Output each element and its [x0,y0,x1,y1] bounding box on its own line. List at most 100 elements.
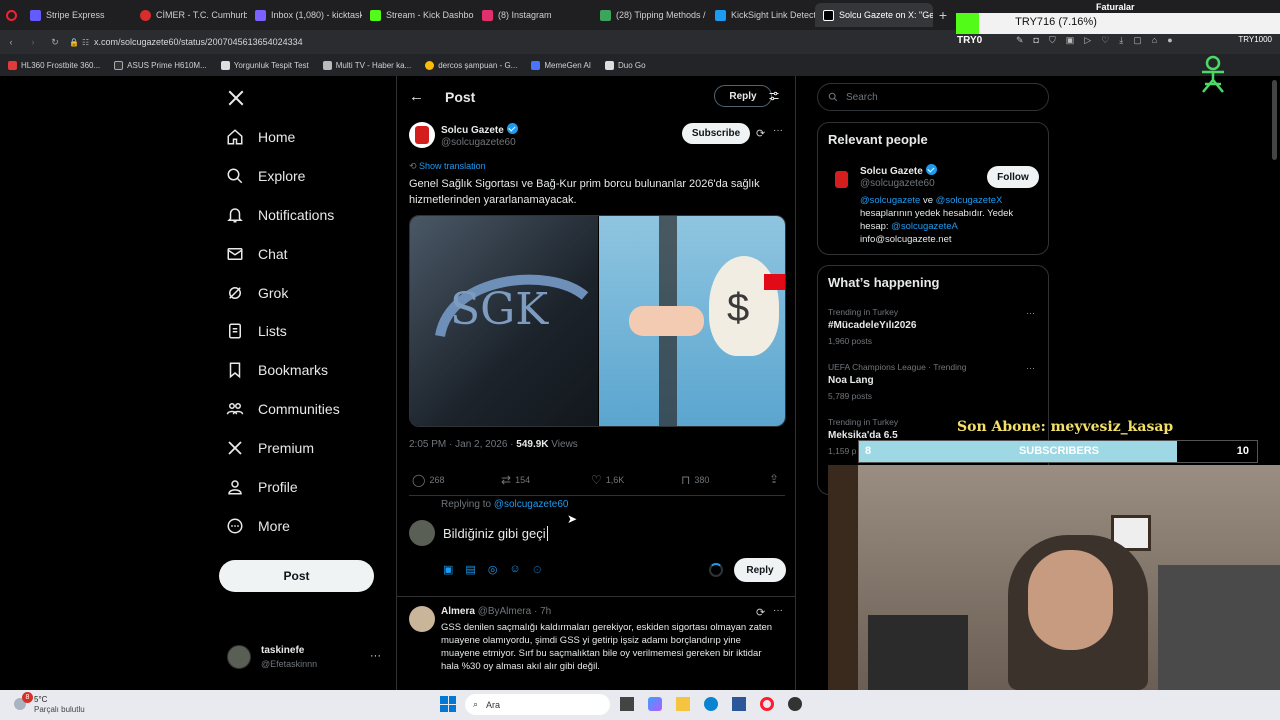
gif-icon[interactable]: ▤ [465,563,475,576]
tab-instagram[interactable]: (8) Instagram [474,3,592,27]
bookmark-multitv[interactable]: Multi TV - Haber ka... [322,60,411,70]
reload-icon[interactable]: ↻ [44,37,66,48]
emoji-icon[interactable]: ☺ [509,563,520,576]
search-box[interactable]: Search [817,83,1049,111]
bookmark-yorgunluk[interactable]: Yorgunluk Tespit Test [220,60,309,70]
bookmark-action[interactable]: ⊓ 380 [681,473,709,487]
tweet-more-icon[interactable]: ··· [773,125,783,136]
play-icon[interactable]: ▷ [1084,35,1091,46]
tweet-author-name[interactable]: Solcu Gazete [441,123,518,136]
edit-icon[interactable]: ✎ [1016,35,1024,46]
sidebar-item-communities[interactable]: Communities [226,400,340,418]
person-handle[interactable]: @solcugazete60 [860,178,935,189]
reply-avatar[interactable] [409,606,435,632]
reply-author[interactable]: Almera [441,606,475,617]
search-input[interactable]: Search [846,92,878,103]
tweet-image[interactable]: SGK $ [409,215,786,427]
site-info-icon[interactable]: ☷ [82,38,94,47]
author-avatar[interactable] [409,122,435,148]
header-reply-button[interactable]: Reply [714,85,772,107]
share-icon[interactable]: ⇪ [769,472,779,486]
download-icon[interactable]: ⤓ [1119,35,1123,46]
new-tab-icon[interactable]: + [933,7,953,23]
sidebar-item-profile[interactable]: Profile [226,478,298,496]
sidebar-item-more[interactable]: More [226,517,290,535]
opera-taskbar-icon[interactable] [760,697,774,711]
cube-icon[interactable]: ▣ [1066,35,1075,46]
compose-avatar[interactable] [409,520,435,546]
sidebar-item-home[interactable]: Home [226,128,295,146]
url-field[interactable]: x.com/solcugazete60/status/2007045613654… [94,37,934,47]
person-name[interactable]: Solcu Gazete [860,164,937,177]
grok-explain-icon[interactable]: ⟳ [756,127,765,140]
bookmark-hl360[interactable]: HL360 Frostbite 360... [8,60,100,70]
reply-action[interactable]: ◯ 268 [412,473,444,487]
trend-more-icon[interactable]: ··· [1026,363,1035,373]
bio-link[interactable]: @solcugazeteA [891,221,958,232]
sidebar-item-grok[interactable]: Grok [226,284,288,302]
copilot-icon[interactable] [648,697,662,711]
lock-icon[interactable]: 🔒 [66,38,82,47]
avatar[interactable] [227,645,251,669]
trend-more-icon[interactable]: ··· [1026,308,1035,318]
location-icon[interactable]: ⊙ [533,563,542,576]
obs-icon[interactable] [788,697,802,711]
back-arrow-icon[interactable]: ← [409,88,424,105]
task-view-icon[interactable] [620,697,634,711]
reply-grok-icon[interactable]: ⟳ [756,606,765,619]
sidebar-item-premium[interactable]: Premium [226,439,314,457]
grok-compose-icon[interactable]: ◎ [488,563,498,576]
bio-link[interactable]: @solcugazeteX [936,195,1003,206]
explorer-icon[interactable] [676,697,690,711]
sidebar-item-lists[interactable]: Lists [226,322,287,340]
bookmark-memegen[interactable]: MemeGen AI [531,60,591,70]
sidebar-item-chat[interactable]: Chat [226,245,288,263]
replying-to-handle[interactable]: @solcugazete60 [494,499,569,510]
page-scrollbar[interactable] [1272,80,1277,160]
opera-icon[interactable] [0,9,22,21]
tab-kicksight[interactable]: KickSight Link Detector [707,3,815,27]
taskbar-search[interactable]: ⌕ Ara [465,694,610,715]
windows-start-icon[interactable] [440,696,456,712]
avatar-ext-icon[interactable]: ● [1167,35,1172,46]
tab-inbox[interactable]: Inbox (1,080) - kicktaskin [247,3,362,27]
bookmark-dercos[interactable]: dercos şampuan - G... [425,60,517,70]
bookmark-asus[interactable]: ASUS Prime H610M... [114,60,207,70]
sidebar-item-notifications[interactable]: Notifications [226,206,334,224]
weather-widget[interactable]: 8 [10,692,33,714]
tab-solcu-gazete[interactable]: Solcu Gazete on X: "Gene [815,3,933,27]
reply-more-icon[interactable]: ··· [773,605,783,616]
tab-stripe[interactable]: Stripe Express [22,3,132,27]
filter-icon[interactable] [768,90,780,102]
forward-icon[interactable]: › [22,37,44,47]
tab-kick[interactable]: Stream - Kick Dashboard [362,3,474,27]
box-icon[interactable]: ▢ [1133,35,1142,46]
compose-reply-button[interactable]: Reply [734,558,786,582]
tweet-author-handle[interactable]: @solcugazete60 [441,137,516,148]
account-more-icon[interactable]: ··· [370,650,381,662]
post-button[interactable]: Post [219,560,374,592]
sidebar-item-bookmarks[interactable]: Bookmarks [226,361,328,379]
store-icon[interactable] [732,697,746,711]
reply-handle[interactable]: @ByAlmera [478,606,532,617]
edge-icon[interactable] [704,697,718,711]
follow-button[interactable]: Follow [987,166,1039,188]
shield-icon[interactable]: ⛉ [1049,35,1056,46]
reply-textbox[interactable]: Bildiğiniz gibi geçi [443,526,548,541]
trend-item[interactable]: UEFA Champions League · Trending Noa Lan… [828,362,1038,401]
show-translation-link[interactable]: ⟲ Show translation [409,161,486,172]
trend-item[interactable]: Trending in Turkey #MücadeleYılı2026 1,9… [828,307,1038,346]
bookmark-duogo[interactable]: Duo Go [605,60,646,70]
tab-tipping[interactable]: (28) Tipping Methods / St [592,3,707,27]
sidebar-item-explore[interactable]: Explore [226,167,305,185]
x-logo-icon[interactable] [227,89,245,107]
lock-ext-icon[interactable]: ⌂ [1152,35,1157,46]
person-avatar[interactable] [828,166,854,192]
back-icon[interactable]: ‹ [0,37,22,47]
bio-link[interactable]: @solcugazete [860,195,920,206]
like-action[interactable]: ♡ 1,6K [591,473,624,487]
media-icon[interactable]: ▣ [443,563,453,576]
heart-icon[interactable]: ♡ [1101,35,1109,46]
camera-icon[interactable]: ◘ [1034,35,1039,46]
tab-cimer[interactable]: CİMER - T.C. Cumhurbaşk [132,3,247,27]
